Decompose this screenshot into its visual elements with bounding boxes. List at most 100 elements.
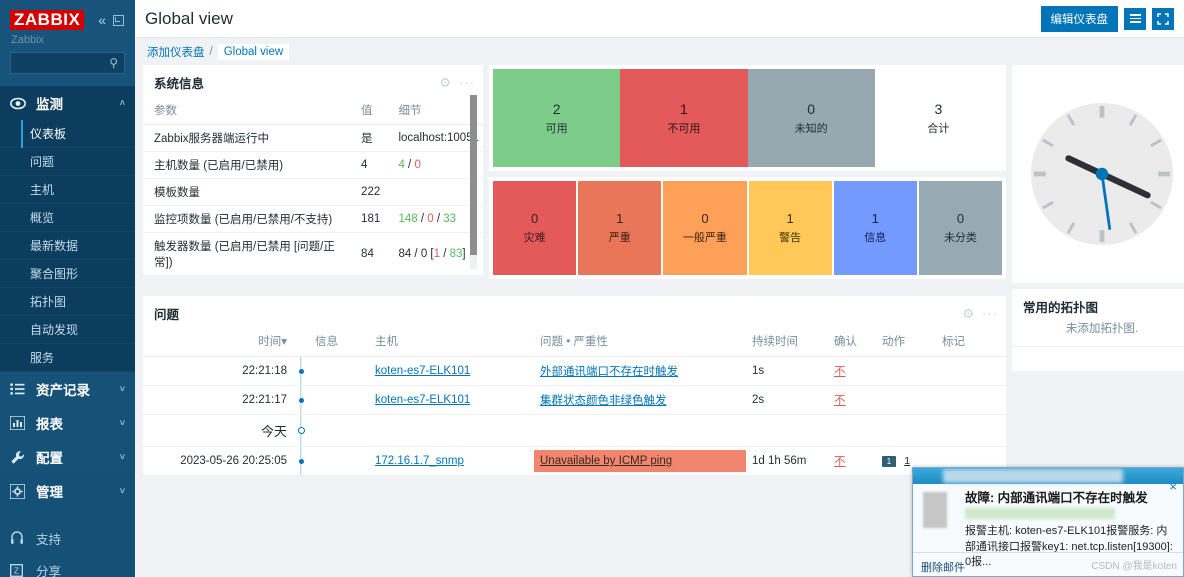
host-link[interactable]: 172.16.1.7_snmp [375, 455, 464, 467]
sidebar-item-latest-data[interactable]: 最新数据 [0, 232, 135, 260]
sidebar-item-hosts[interactable]: 主机 [0, 176, 135, 204]
severity-box-average[interactable]: 0 一般严重 [663, 181, 749, 275]
availability-box-available[interactable]: 2 可用 [493, 69, 621, 167]
severity-box-not-classified[interactable]: 0 未分类 [918, 181, 1003, 275]
cell-host: 172.16.1.7_snmp [369, 446, 534, 476]
cell-time[interactable]: 2023-05-26 20:25:05 [143, 446, 293, 476]
bar-chart-icon [10, 416, 32, 430]
sidebar-group-reports[interactable]: 报表 ˅ [0, 406, 135, 440]
search-icon[interactable]: ⚲ [109, 56, 118, 70]
pin-icon[interactable] [113, 14, 124, 26]
sidebar-group-inventory[interactable]: 资产记录 ˅ [0, 372, 135, 406]
availability-box-unknown[interactable]: 0 未知的 [747, 69, 875, 167]
chevron-down-icon[interactable]: ˅ [120, 486, 125, 496]
favourite-maps-widget: 常用的拓扑图 未添加拓扑图. [1012, 289, 1184, 371]
cell-details [387, 178, 483, 206]
collapse-sidebar-icon[interactable]: « [98, 13, 106, 27]
chevron-down-icon[interactable]: ˅ [120, 452, 125, 462]
cell-timeline [293, 414, 309, 447]
cell-details: 1 [387, 275, 483, 276]
fullscreen-button[interactable] [1152, 7, 1174, 30]
cell-ack: 不 [828, 446, 876, 476]
dashboard-menu-button[interactable] [1124, 7, 1146, 30]
sidebar-item-graphs[interactable]: 聚合图形 [0, 260, 135, 288]
topbar-actions: 编辑仪表盘 [1040, 5, 1174, 32]
sidebar-submenu-monitoring: 仪表板 问题 主机 概览 最新数据 聚合图形 拓扑图 自动发现 服务 [0, 120, 135, 372]
problem-link[interactable]: 外部通讯端口不存在时触发 [540, 366, 678, 378]
search-box[interactable]: ⚲ [10, 52, 125, 74]
gear-icon[interactable]: ⚙ [962, 307, 974, 320]
host-link[interactable]: koten-es7-ELK101 [375, 365, 470, 377]
severity-count: 1 [616, 211, 624, 226]
more-options-icon[interactable]: ··· [982, 307, 998, 320]
availability-label: 可用 [545, 122, 568, 135]
ack-status[interactable]: 不 [834, 366, 846, 378]
sidebar-item-overview[interactable]: 概览 [0, 204, 135, 232]
sidebar-item-services[interactable]: 服务 [0, 344, 135, 372]
breadcrumb-separator: / [209, 45, 213, 58]
zabbix-logo[interactable]: ZABBIX [10, 10, 85, 30]
sidebar-group-administration[interactable]: 管理 ˅ [0, 474, 135, 508]
notification-heading: 故障: 内部通讯端口不存在时触发 [965, 491, 1148, 505]
breadcrumb-add-dashboard[interactable]: 添加仪表盘 [147, 44, 205, 60]
more-options-icon[interactable]: ··· [459, 76, 475, 89]
breadcrumb-current[interactable]: Global view [217, 43, 290, 60]
cell-problem: 外部通讯端口不存在时触发 [534, 356, 746, 386]
system-information-scrollbar-thumb[interactable] [470, 95, 477, 255]
cell-timeline [293, 356, 309, 386]
dashboard-column-right: 常用的拓扑图 未添加拓扑图. [1012, 65, 1184, 371]
ack-status[interactable]: 不 [834, 395, 846, 407]
severity-box-disaster[interactable]: 0 灾难 [493, 181, 579, 275]
sidebar-group-monitoring[interactable]: 监测 ˄ [0, 86, 135, 120]
message-icon[interactable]: 1 [882, 456, 896, 467]
problem-link[interactable]: 集群状态颜色非绿色触发 [540, 395, 667, 407]
detail-part: / [440, 248, 450, 260]
severity-box-information[interactable]: 1 信息 [833, 181, 919, 275]
cell-time[interactable]: 22:21:18 [143, 356, 293, 386]
cell-time[interactable]: 22:21:17 [143, 385, 293, 415]
table-row: 22:21:18 koten-es7-ELK101 外部通讯端口不存在时触发 1… [143, 356, 1006, 386]
problem-link[interactable]: Unavailable by ICMP ping [540, 455, 672, 467]
chevron-up-icon[interactable]: ˄ [120, 98, 125, 108]
column-time[interactable]: 时间▾ [143, 329, 293, 357]
column-duration: 持续时间 [746, 329, 828, 357]
edit-dashboard-button[interactable]: 编辑仪表盘 [1040, 5, 1118, 32]
chevron-down-icon[interactable]: ˅ [120, 418, 125, 428]
sidebar-item-problems[interactable]: 问题 [0, 148, 135, 176]
search-input[interactable] [17, 57, 118, 69]
detail-part: / [433, 213, 444, 225]
sidebar-item-share[interactable]: Z 分享 [0, 554, 135, 577]
sidebar-item-support[interactable]: 支持 [0, 522, 135, 554]
cell-info [309, 385, 369, 415]
cell-tags [936, 356, 1006, 386]
cell-details: 84 / 0 [1 / 83] [387, 232, 483, 276]
notification-popup[interactable]: × 故障: 内部通讯端口不存在时触发 报警主机: koten-es7-ELK10… [912, 467, 1184, 577]
severity-count: 0 [701, 211, 709, 226]
close-icon[interactable]: × [1169, 480, 1177, 493]
gear-icon[interactable]: ⚙ [439, 76, 451, 89]
timeline-dot-hollow-icon [297, 427, 305, 434]
sidebar-item-maps[interactable]: 拓扑图 [0, 288, 135, 316]
availability-box-total[interactable]: 3 合计 [874, 69, 1002, 167]
cell-value: 是 [350, 124, 388, 152]
severity-box-high[interactable]: 1 严重 [578, 181, 664, 275]
cell-tags [936, 414, 1006, 447]
sidebar-item-discovery[interactable]: 自动发现 [0, 316, 135, 344]
action-count[interactable]: 1 [904, 455, 910, 467]
table-row: Zabbix服务器端运行中 是 localhost:10051 [143, 124, 483, 152]
sidebar-group-configuration[interactable]: 配置 ˅ [0, 440, 135, 474]
ack-status[interactable]: 不 [834, 456, 846, 468]
detail-part: 0 [414, 159, 421, 171]
host-link[interactable]: koten-es7-ELK101 [375, 394, 470, 406]
severity-box-warning[interactable]: 1 警告 [748, 181, 834, 275]
table-row: 2023-05-26 20:25:05 172.16.1.7_snmp Unav… [143, 446, 1006, 476]
table-header-row: 参数 值 细节 [143, 98, 483, 125]
availability-box-unavailable[interactable]: 1 不可用 [620, 69, 748, 167]
problems-widget: 问题 ⚙ ··· 时间▾ 信息 主机 问题 • 严重性 持续时间 确认 动作 标… [143, 296, 1006, 476]
brand-subtitle: Zabbix [11, 34, 45, 46]
delete-mail-link[interactable]: 删除邮件 [921, 562, 965, 574]
cell-details: 4 / 0 [387, 151, 483, 179]
chevron-down-icon[interactable]: ˅ [120, 384, 125, 394]
sidebar-group-monitoring-label: 监测 [36, 97, 63, 112]
sidebar-item-dashboard[interactable]: 仪表板 [0, 120, 135, 148]
